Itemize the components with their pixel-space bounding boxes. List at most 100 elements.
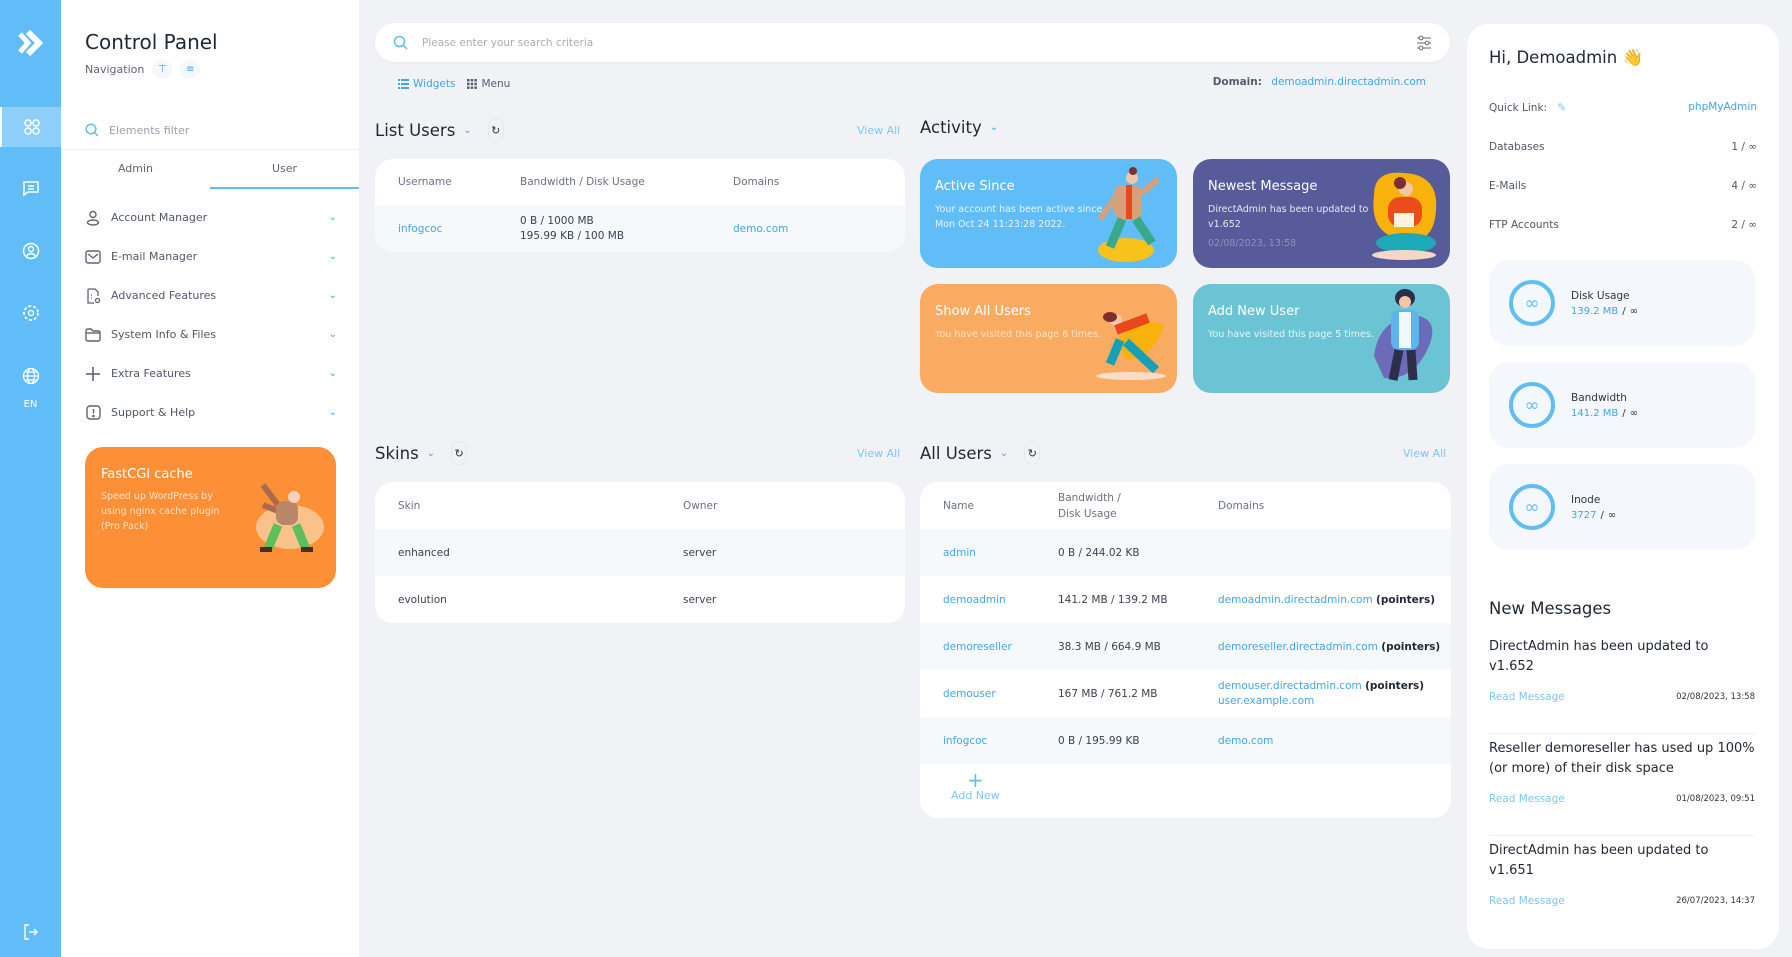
- global-search-input[interactable]: [422, 36, 1416, 49]
- read-message-link[interactable]: Read Message: [1489, 793, 1565, 805]
- all-users-view-all[interactable]: View All: [1403, 447, 1446, 460]
- view-menu-button[interactable]: Menu: [467, 78, 510, 90]
- all-users-header: All Users ⌄ ↻: [920, 441, 1041, 465]
- refresh-button[interactable]: ↻: [487, 118, 504, 142]
- rail-profile-button[interactable]: [0, 231, 61, 271]
- refresh-button[interactable]: ↻: [451, 441, 468, 465]
- message-item: Reseller demoreseller has used up 100% (…: [1489, 739, 1755, 836]
- pointers-label[interactable]: (pointers): [1381, 641, 1440, 653]
- counter-value: 2 / ∞: [1731, 219, 1757, 231]
- domain-link[interactable]: demoreseller.directadmin.com: [1218, 641, 1378, 653]
- directadmin-logo-icon[interactable]: [14, 26, 48, 60]
- activity-tile-newest-message[interactable]: Newest Message DirectAdmin has been upda…: [1193, 159, 1450, 268]
- infinity-ring-icon: ∞: [1509, 484, 1555, 530]
- chevron-down-icon[interactable]: ⌄: [990, 122, 998, 133]
- elements-filter-input[interactable]: [109, 123, 309, 137]
- rail-messages-button[interactable]: [0, 168, 61, 208]
- logout-button[interactable]: [0, 912, 61, 952]
- read-message-link[interactable]: Read Message: [1489, 691, 1565, 703]
- plus-icon: +: [967, 768, 984, 792]
- tab-user[interactable]: User: [210, 150, 359, 189]
- list-users-view-all[interactable]: View All: [857, 124, 900, 137]
- activity-tile-active-since[interactable]: Active Since Your account has been activ…: [920, 159, 1177, 268]
- panel-title: Control Panel: [85, 30, 218, 54]
- rail-widgets-button[interactable]: [0, 107, 61, 147]
- stat-card-inode: ∞ Inode 3727/∞: [1489, 464, 1755, 550]
- user-name-link[interactable]: demouser: [920, 688, 1035, 700]
- read-message-link[interactable]: Read Message: [1489, 895, 1565, 907]
- domain-link[interactable]: demouser.directadmin.com: [1218, 680, 1362, 692]
- message-date: 02/08/2023, 13:58: [1676, 692, 1755, 702]
- domain-link[interactable]: user.example.com: [1218, 694, 1424, 709]
- menu-item-label: E-mail Manager: [111, 250, 198, 263]
- usage-cell: 0 B / 1000 MB 195.99 KB / 100 MB: [497, 214, 710, 244]
- grid-icon: [467, 79, 478, 89]
- fastcgi-promo-card[interactable]: FastCGI cache Speed up WordPress by usin…: [85, 447, 336, 588]
- menu-item-account-manager[interactable]: Account Manager ⌄: [85, 198, 337, 237]
- menu-item-label: Support & Help: [111, 406, 196, 419]
- menu-item-advanced-features[interactable]: Advanced Features ⌄: [85, 276, 337, 315]
- menu-item-extra-features[interactable]: Extra Features ⌄: [85, 354, 337, 393]
- stat-label: Inode: [1571, 493, 1601, 506]
- greeting: Hi, Demoadmin 👋: [1489, 48, 1643, 67]
- activity-tile-add-new-user[interactable]: Add New User You have visited this page …: [1193, 284, 1450, 393]
- add-new-user-button[interactable]: + Add New: [951, 768, 1000, 802]
- menu-item-system-info[interactable]: System Info & Files ⌄: [85, 315, 337, 354]
- menu-item-email-manager[interactable]: E-mail Manager ⌄: [85, 237, 337, 276]
- list-view-button[interactable]: ≡: [180, 59, 201, 79]
- menu-item-support-help[interactable]: Support & Help ⌄: [85, 393, 337, 432]
- search-icon: [393, 35, 408, 50]
- skin-name: enhanced: [398, 546, 450, 559]
- chevron-down-icon[interactable]: ⌄: [427, 448, 435, 459]
- usage-value: 38.3 MB / 664.9 MB: [1058, 640, 1161, 653]
- pointers-label[interactable]: (pointers): [1376, 594, 1435, 606]
- user-name-link[interactable]: infogcoc: [920, 735, 1035, 747]
- message-date: 01/08/2023, 09:51: [1676, 794, 1755, 804]
- person-running-illustration-icon: [1097, 167, 1160, 262]
- menu-item-label: Extra Features: [111, 367, 191, 380]
- user-name-link[interactable]: admin: [920, 547, 1035, 559]
- message-item: DirectAdmin has been updated to v1.652 R…: [1489, 637, 1755, 734]
- domain-link[interactable]: demoadmin.directadmin.com: [1218, 594, 1373, 606]
- usage-value: 167 MB / 761.2 MB: [1058, 687, 1158, 700]
- messages-icon: [22, 181, 39, 197]
- language-label[interactable]: EN: [0, 399, 61, 410]
- table-row: demouser 167 MB / 761.2 MB demouser.dire…: [920, 670, 1451, 717]
- nav-menu: Account Manager ⌄ E-mail Manager ⌄ Advan…: [85, 198, 337, 432]
- edit-pencil-icon[interactable]: ✎: [1557, 101, 1566, 114]
- counter-row: E-Mails 4 / ∞: [1489, 180, 1757, 192]
- skins-view-all[interactable]: View All: [857, 447, 900, 460]
- user-name-link[interactable]: demoreseller: [920, 641, 1035, 653]
- table-row[interactable]: enhanced server: [375, 529, 905, 576]
- tile-title: Add New User: [1208, 304, 1300, 319]
- user-circle-icon: [22, 242, 39, 260]
- folder-icon: [85, 327, 101, 342]
- domain-link[interactable]: demo.com: [1195, 735, 1273, 747]
- chevron-down-icon: ⌄: [328, 290, 337, 301]
- refresh-button[interactable]: ↻: [1024, 441, 1041, 465]
- chevron-down-icon[interactable]: ⌄: [1000, 448, 1008, 459]
- activity-tile-show-all-users[interactable]: Show All Users You have visited this pag…: [920, 284, 1177, 393]
- pin-button[interactable]: ⊤: [152, 59, 173, 79]
- stat-limit: ∞: [1629, 305, 1639, 317]
- rail-language-button[interactable]: [0, 356, 61, 396]
- domain-link[interactable]: demo.com: [710, 223, 788, 235]
- section-title: All Users: [920, 443, 992, 463]
- message-date: 26/07/2023, 14:37: [1676, 896, 1755, 906]
- view-widgets-label: Widgets: [413, 78, 456, 90]
- table-row[interactable]: evolution server: [375, 576, 905, 623]
- view-widgets-button[interactable]: Widgets: [398, 78, 455, 90]
- skin-owner: server: [683, 593, 717, 606]
- user-name-link[interactable]: demoadmin: [920, 594, 1035, 606]
- tab-admin[interactable]: Admin: [61, 150, 210, 189]
- disk-value: 195.99 KB / 100 MB: [520, 229, 625, 242]
- nav-tabs: Admin User: [61, 149, 359, 189]
- chevron-down-icon[interactable]: ⌄: [463, 125, 471, 136]
- filter-sliders-icon[interactable]: [1416, 35, 1432, 51]
- alert-icon: [85, 405, 101, 420]
- quick-link-value[interactable]: phpMyAdmin: [1688, 101, 1757, 114]
- pointers-label[interactable]: (pointers): [1365, 680, 1424, 692]
- username-link[interactable]: infogcoc: [375, 223, 497, 235]
- domain-link[interactable]: demoadmin.directadmin.com: [1271, 76, 1426, 88]
- rail-settings-button[interactable]: [0, 293, 61, 333]
